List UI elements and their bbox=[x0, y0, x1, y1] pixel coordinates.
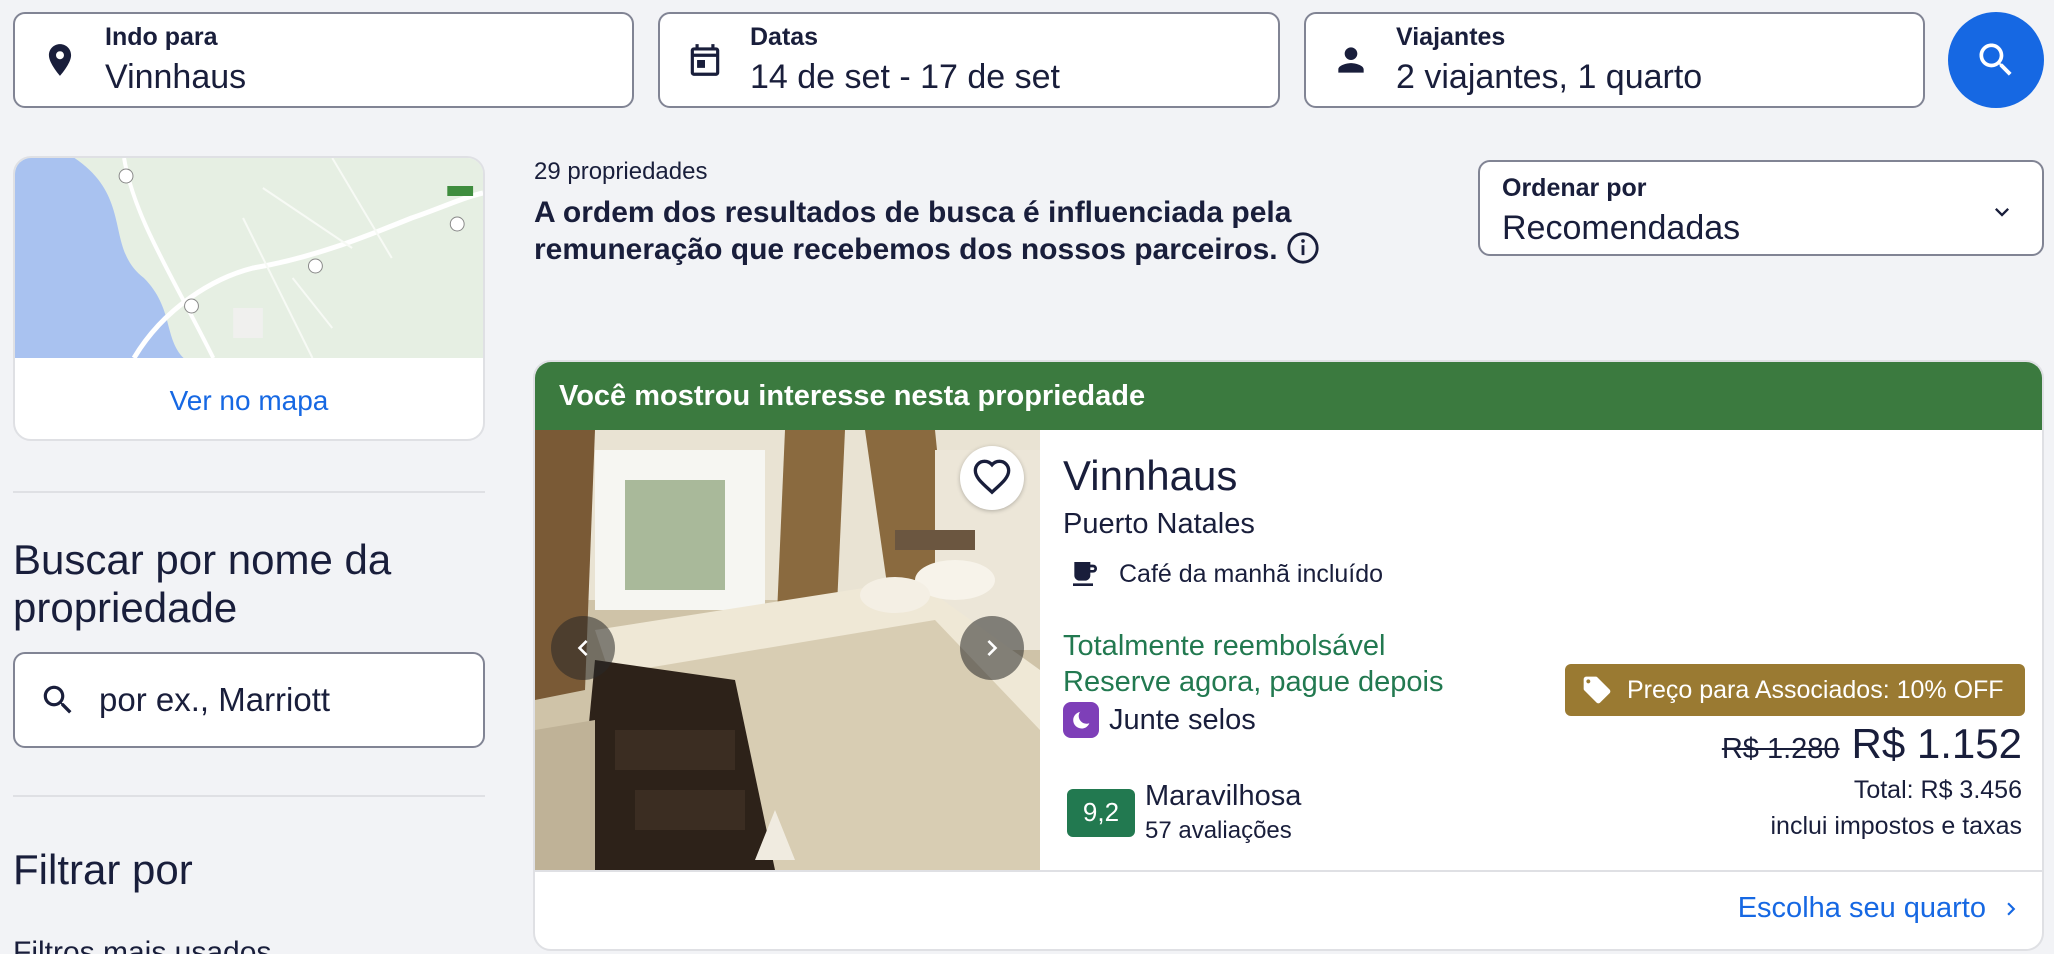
choose-room-link[interactable]: Escolha seu quarto bbox=[1738, 892, 2024, 925]
property-card[interactable]: Você mostrou interesse nesta propriedade bbox=[533, 360, 2044, 951]
refund-line-2: Reserve agora, pague depois bbox=[1063, 666, 1444, 698]
filter-heading: Filtrar por bbox=[13, 846, 193, 893]
property-name[interactable]: Vinnhaus bbox=[1063, 452, 1237, 500]
ranking-disclaimer: A ordem dos resultados de busca é influe… bbox=[534, 194, 1454, 268]
heart-icon bbox=[973, 459, 1011, 495]
search-icon bbox=[1979, 43, 2012, 76]
promo-label: Preço para Associados: 10% OFF bbox=[1627, 675, 2004, 704]
destination-field[interactable]: Indo para Vinnhaus bbox=[13, 12, 634, 108]
search-by-name-heading: Buscar por nome da propriedade bbox=[13, 536, 392, 631]
stamps-label: Junte selos bbox=[1109, 703, 1256, 736]
view-on-map-link[interactable]: Ver no mapa bbox=[15, 358, 483, 439]
travelers-label: Viajantes bbox=[1396, 23, 1506, 51]
property-photo-carousel[interactable] bbox=[535, 430, 1040, 870]
taxes-note: inclui impostos e taxas bbox=[1770, 812, 2022, 840]
sidebar-divider bbox=[13, 795, 485, 797]
map-preview-card[interactable]: Ver no mapa bbox=[13, 156, 485, 441]
previous-photo-button[interactable] bbox=[551, 616, 615, 680]
property-name-input[interactable] bbox=[99, 681, 439, 719]
sort-value: Recomendadas bbox=[1502, 209, 1741, 247]
next-photo-button[interactable] bbox=[960, 616, 1024, 680]
price-row: R$ 1.280 R$ 1.152 bbox=[1722, 720, 2022, 768]
refund-line-1: Totalmente reembolsável bbox=[1063, 630, 1386, 662]
choose-room-label: Escolha seu quarto bbox=[1737, 892, 1986, 924]
card-divider bbox=[535, 870, 2042, 872]
calendar-icon bbox=[660, 41, 750, 79]
chevron-left-icon bbox=[577, 640, 588, 656]
travelers-value: 2 viajantes, 1 quarto bbox=[1396, 58, 1703, 96]
moon-icon bbox=[1063, 702, 1099, 738]
chevron-down-icon bbox=[1995, 208, 2009, 217]
destination-label: Indo para bbox=[105, 23, 218, 51]
property-location: Puerto Natales bbox=[1063, 508, 1255, 540]
sort-dropdown[interactable]: Ordenar por Recomendadas bbox=[1478, 160, 2044, 256]
total-price: Total: R$ 3.456 bbox=[1853, 776, 2022, 804]
review-count: 57 avaliações bbox=[1145, 817, 1292, 844]
chevron-right-icon bbox=[2007, 902, 2016, 915]
dates-value: 14 de set - 17 de set bbox=[750, 58, 1060, 96]
disclaimer-text: A ordem dos resultados de busca é influe… bbox=[534, 196, 1292, 266]
refund-policy: Totalmente reembolsável Reserve agora, p… bbox=[1063, 628, 1443, 700]
results-count: 29 propriedades bbox=[534, 158, 708, 185]
rating-score-badge: 9,2 bbox=[1067, 788, 1135, 837]
stamps-badge: Junte selos bbox=[1063, 702, 1256, 738]
info-icon[interactable] bbox=[1286, 231, 1320, 265]
tag-icon bbox=[1583, 676, 1611, 704]
interest-banner: Você mostrou interesse nesta propriedade bbox=[535, 362, 2042, 430]
coffee-cup-icon bbox=[1073, 562, 1097, 586]
filter-subheading: Filtros mais usados bbox=[13, 936, 272, 954]
destination-value: Vinnhaus bbox=[105, 58, 247, 96]
sort-label: Ordenar por bbox=[1502, 174, 1647, 202]
original-price: R$ 1.280 bbox=[1721, 733, 1840, 765]
map-thumbnail[interactable] bbox=[15, 158, 483, 358]
amenity-label: Café da manhã incluído bbox=[1119, 559, 1384, 588]
save-favorite-button[interactable] bbox=[960, 446, 1024, 510]
search-icon bbox=[43, 685, 72, 714]
dates-field[interactable]: Datas 14 de set - 17 de set bbox=[658, 12, 1280, 108]
member-price-badge: Preço para Associados: 10% OFF bbox=[1565, 664, 2025, 716]
travelers-field[interactable]: Viajantes 2 viajantes, 1 quarto bbox=[1304, 12, 1925, 108]
search-button[interactable] bbox=[1948, 12, 2044, 108]
chevron-right-icon bbox=[987, 640, 998, 656]
rating-word: Maravilhosa bbox=[1145, 780, 1302, 812]
breakfast-amenity: Café da manhã incluído bbox=[1069, 558, 1383, 590]
guest-rating: 9,2 Maravilhosa 57 avaliações bbox=[1067, 780, 1301, 845]
person-icon bbox=[1306, 41, 1396, 79]
property-name-search[interactable] bbox=[13, 652, 485, 748]
dates-label: Datas bbox=[750, 23, 819, 51]
location-pin-icon bbox=[15, 41, 105, 79]
sidebar-divider bbox=[13, 491, 485, 493]
discounted-price: R$ 1.152 bbox=[1851, 720, 2022, 767]
